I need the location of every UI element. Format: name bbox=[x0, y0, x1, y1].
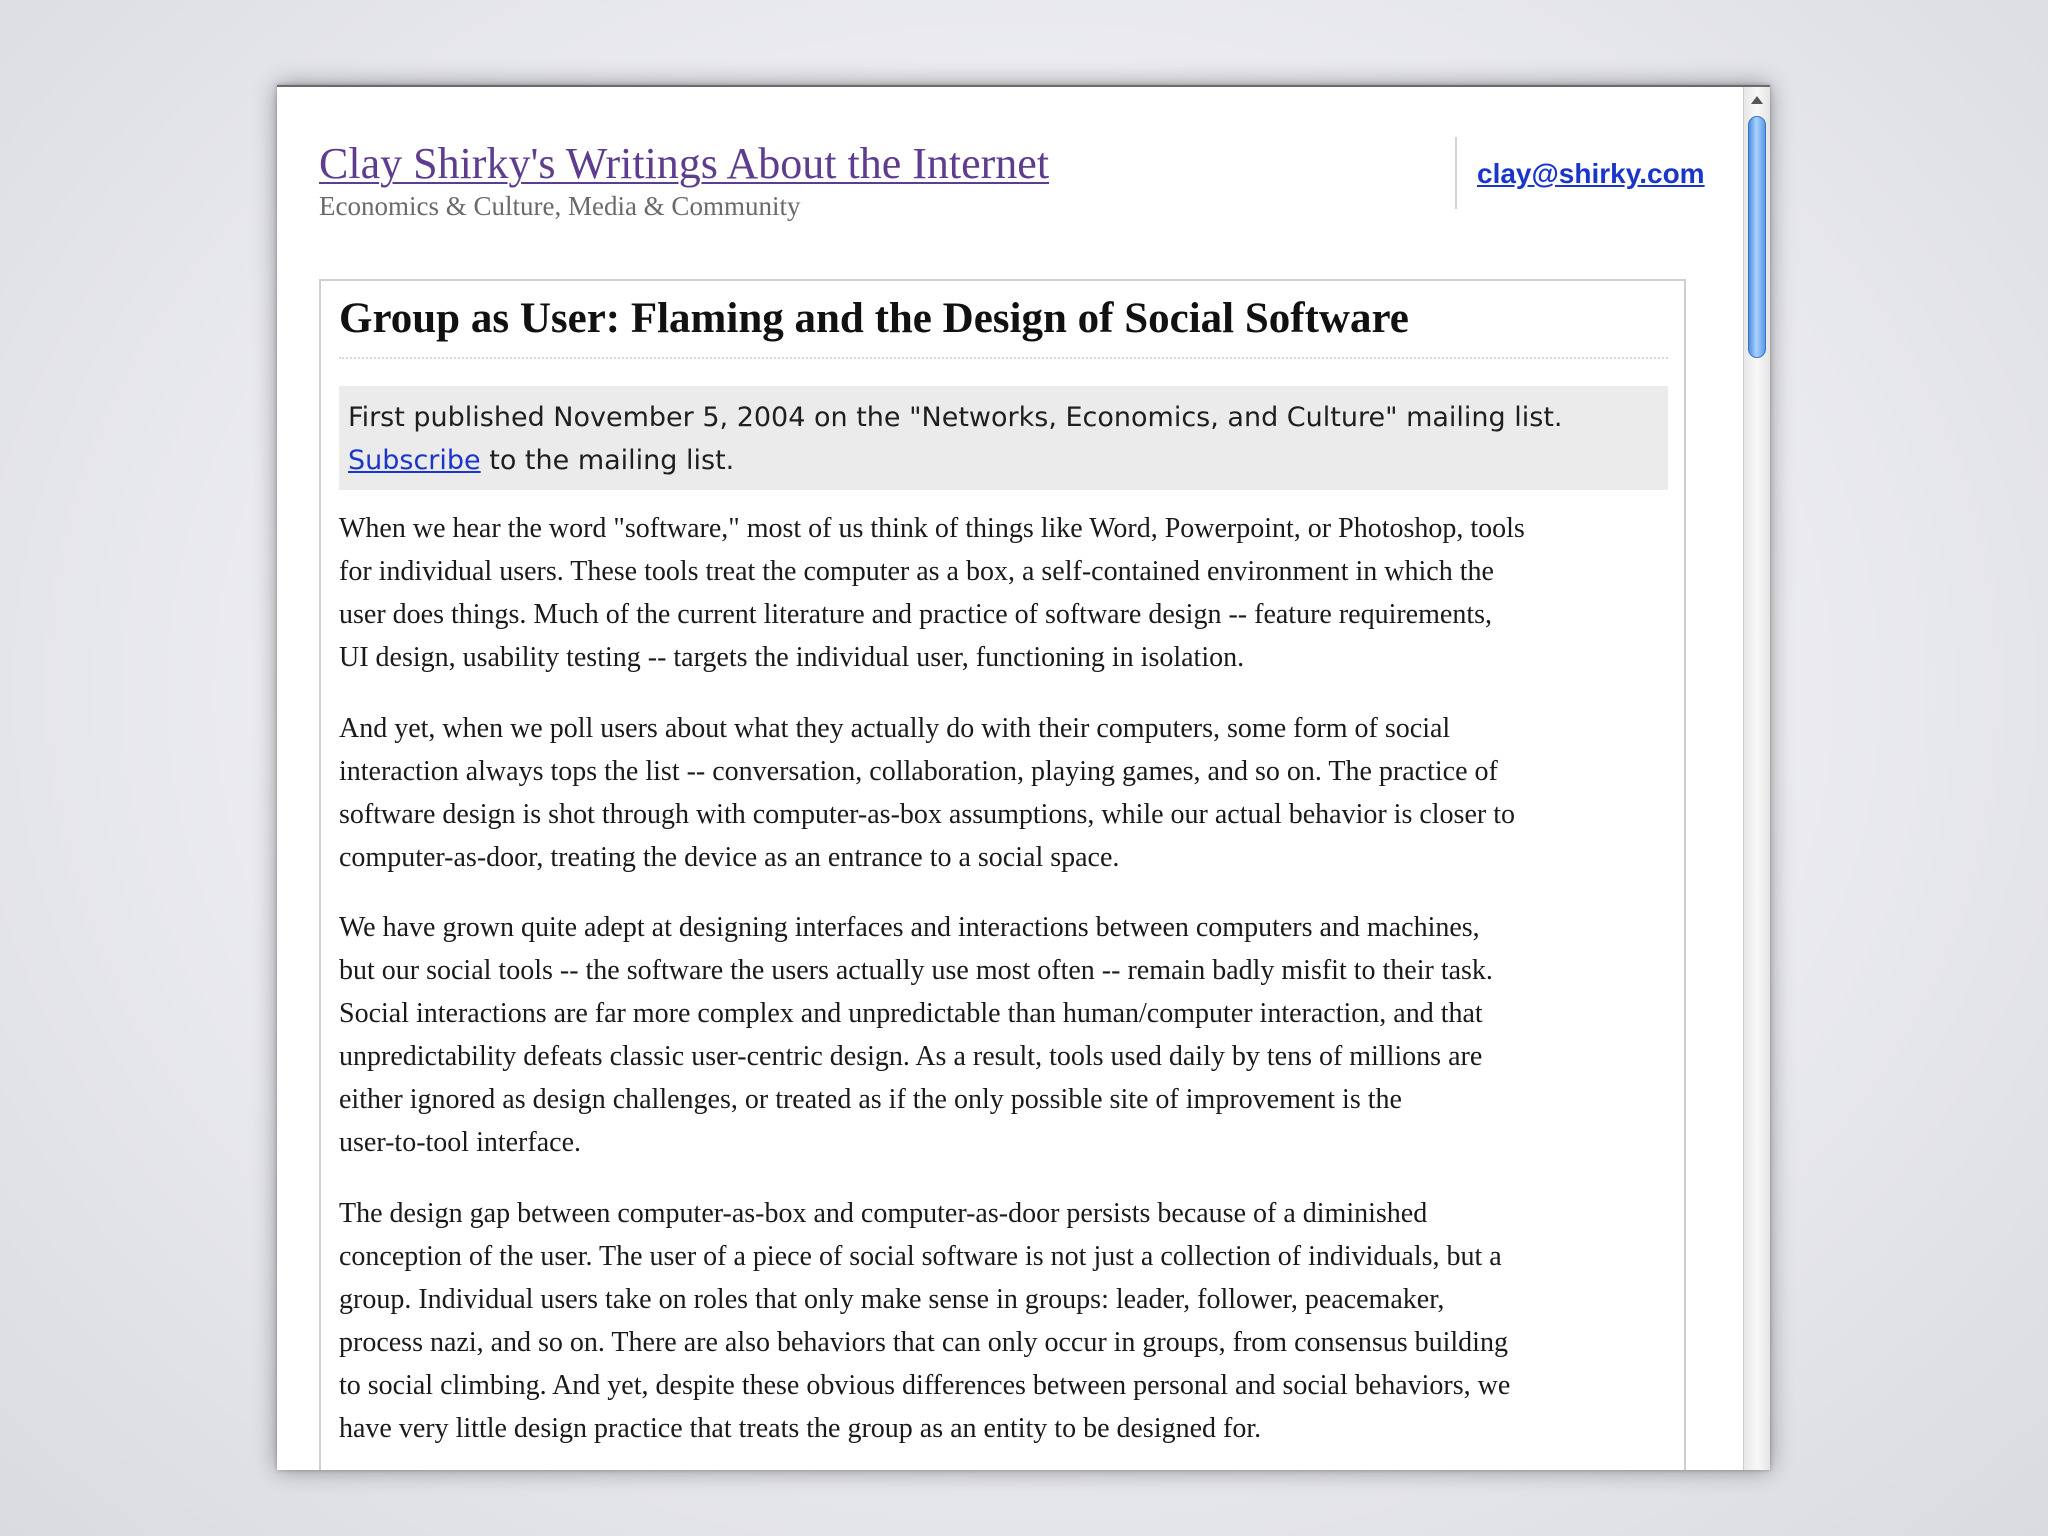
browser-window: Clay Shirky's Writings About the Interne… bbox=[277, 85, 1770, 1470]
paragraph-line: have very little design practice that tr… bbox=[339, 1413, 1262, 1444]
email-link[interactable]: clay@shirky.com bbox=[1477, 157, 1705, 191]
paragraph-3: We have grown quite adept at designing i… bbox=[339, 906, 1679, 1164]
site-subtitle: Economics & Culture, Media & Community bbox=[319, 191, 801, 221]
paragraph-line: When we hear the word "software," most o… bbox=[339, 513, 1525, 544]
paragraph-line: for individual users. These tools treat … bbox=[339, 556, 1494, 587]
paragraph-line: user-to-tool interface. bbox=[339, 1127, 581, 1158]
paragraph-line: but our social tools -- the software the… bbox=[339, 955, 1493, 986]
paragraph-line: either ignored as design challenges, or … bbox=[339, 1084, 1402, 1115]
paragraph-line: Social interactions are far more complex… bbox=[339, 998, 1483, 1029]
paragraph-2: And yet, when we poll users about what t… bbox=[339, 707, 1679, 879]
paragraph-line: user does things. Much of the current li… bbox=[339, 599, 1492, 630]
subscribe-link[interactable]: Subscribe bbox=[348, 445, 481, 476]
subscribe-line: Subscribe to the mailing list. bbox=[348, 439, 1659, 482]
paragraph-1: When we hear the word "software," most o… bbox=[339, 507, 1679, 679]
paragraph-4: The design gap between computer-as-box a… bbox=[339, 1192, 1679, 1450]
header-divider bbox=[1455, 137, 1457, 209]
publication-info: First published November 5, 2004 on the … bbox=[348, 402, 1563, 433]
scroll-thumb[interactable] bbox=[1748, 116, 1766, 358]
paragraph-line: process nazi, and so on. There are also … bbox=[339, 1327, 1508, 1358]
vertical-scrollbar[interactable] bbox=[1743, 87, 1770, 1470]
article-title: Group as User: Flaming and the Design of… bbox=[339, 291, 1668, 359]
article-box: Group as User: Flaming and the Design of… bbox=[319, 279, 1686, 1470]
paragraph-line: group. Individual users take on roles th… bbox=[339, 1284, 1445, 1315]
paragraph-line: unpredictability defeats classic user-ce… bbox=[339, 1041, 1483, 1072]
paragraph-line: And yet, when we poll users about what t… bbox=[339, 713, 1451, 744]
paragraph-line: to social climbing. And yet, despite the… bbox=[339, 1370, 1511, 1401]
paragraph-line: conception of the user. The user of a pi… bbox=[339, 1241, 1502, 1272]
subscribe-rest: to the mailing list. bbox=[480, 445, 735, 476]
paragraph-line: computer-as-door, treating the device as… bbox=[339, 842, 1120, 873]
paragraph-line: We have grown quite adept at designing i… bbox=[339, 912, 1480, 943]
paragraph-line: software design is shot through with com… bbox=[339, 799, 1515, 830]
paragraph-line: interaction always tops the list -- conv… bbox=[339, 756, 1498, 787]
publication-notice: First published November 5, 2004 on the … bbox=[339, 386, 1668, 490]
paragraph-line: The design gap between computer-as-box a… bbox=[339, 1198, 1428, 1229]
page-content: Clay Shirky's Writings About the Interne… bbox=[277, 87, 1744, 1470]
scroll-up-arrow-icon[interactable] bbox=[1751, 96, 1763, 104]
site-title-link[interactable]: Clay Shirky's Writings About the Interne… bbox=[319, 138, 1049, 190]
paragraph-line: UI design, usability testing -- targets … bbox=[339, 642, 1245, 673]
